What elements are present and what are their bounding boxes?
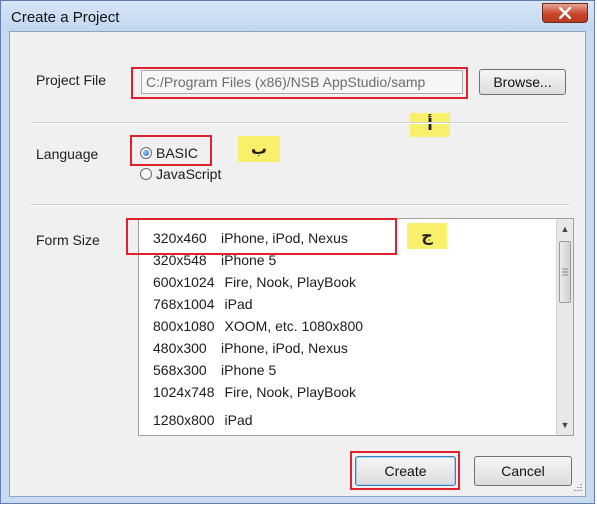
highlight-language	[130, 135, 212, 166]
list-item-devices: iPad	[224, 412, 253, 428]
list-item[interactable]: 568x300 iPhone 5	[153, 359, 276, 381]
list-item-resolution: 568x300	[153, 362, 207, 378]
radio-javascript-label: JavaScript	[156, 166, 222, 182]
separator-2	[30, 204, 570, 206]
radio-javascript[interactable]: JavaScript	[140, 166, 221, 182]
scroll-up-arrow-icon[interactable]: ▲	[557, 221, 573, 237]
list-item-devices: Fire, Nook, PlayBook	[224, 274, 357, 290]
resize-grip-icon[interactable]	[571, 482, 583, 494]
create-project-dialog: Create a Project Project File C:/Program…	[0, 0, 595, 504]
annotation-tag-a: أ	[410, 113, 450, 137]
list-item-resolution: 1280x800	[153, 412, 215, 428]
dialog-title: Create a Project	[11, 9, 120, 26]
list-item-partial[interactable]: 1280x800 iPad	[153, 409, 253, 431]
list-item-resolution: 1024x748	[153, 384, 215, 400]
list-item-devices: Fire, Nook, PlayBook	[224, 384, 357, 400]
close-icon	[559, 7, 571, 19]
highlight-form-size	[126, 218, 397, 255]
list-item-resolution: 600x1024	[153, 274, 215, 290]
list-item[interactable]: 800x1080 XOOM, etc. 1080x800	[153, 315, 363, 337]
separator-1	[30, 122, 570, 124]
list-item-devices: iPad	[224, 296, 253, 312]
list-scrollbar[interactable]: ▲ ▼	[556, 219, 573, 435]
highlight-create	[350, 451, 460, 490]
list-item-devices: iPhone, iPod, Nexus	[221, 340, 348, 356]
list-item[interactable]: 600x1024 Fire, Nook, PlayBook	[153, 271, 356, 293]
form-size-label: Form Size	[36, 232, 100, 248]
dialog-body: Project File C:/Program Files (x86)/NSB …	[9, 31, 586, 497]
close-button[interactable]	[542, 3, 588, 23]
cancel-button[interactable]: Cancel	[474, 456, 572, 486]
list-item-devices: iPhone 5	[221, 362, 277, 378]
list-item[interactable]: 480x300 iPhone, iPod, Nexus	[153, 337, 348, 359]
list-item[interactable]: 768x1004 iPad	[153, 293, 253, 315]
list-item-resolution: 800x1080	[153, 318, 215, 334]
browse-button[interactable]: Browse...	[479, 69, 566, 95]
grip-icon	[562, 268, 568, 276]
scrollbar-thumb[interactable]	[559, 241, 571, 303]
highlight-project-file	[131, 67, 468, 99]
project-file-label: Project File	[36, 72, 107, 88]
radio-javascript-indicator[interactable]	[140, 168, 152, 180]
annotation-tag-b: ب	[238, 136, 280, 162]
list-item-devices: XOOM, etc. 1080x800	[224, 318, 364, 334]
list-item-resolution: 768x1004	[153, 296, 215, 312]
language-label: Language	[36, 146, 99, 162]
title-bar[interactable]: Create a Project	[1, 1, 594, 31]
list-item-resolution: 480x300	[153, 340, 207, 356]
scroll-down-arrow-icon[interactable]: ▼	[557, 417, 573, 433]
list-item[interactable]: 1024x748 Fire, Nook, PlayBook	[153, 381, 356, 403]
annotation-tag-c: ج	[407, 223, 447, 249]
